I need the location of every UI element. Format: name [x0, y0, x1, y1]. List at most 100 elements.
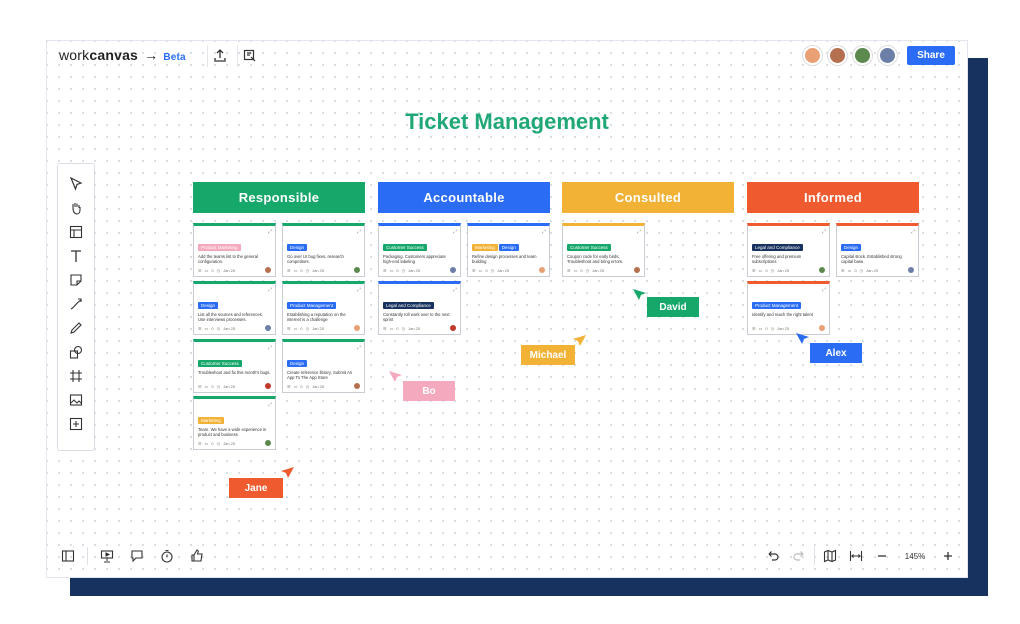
- expand-icon[interactable]: ⤢: [822, 287, 826, 293]
- add-tool[interactable]: [66, 414, 86, 433]
- image-tool[interactable]: [66, 390, 86, 409]
- card-meta: ☰ ▭ 0 ◷ Jan 25: [198, 384, 235, 389]
- expand-icon[interactable]: ⤢: [357, 345, 361, 351]
- task-card[interactable]: ⤢ Customer Success Packaging. Customers …: [378, 223, 461, 277]
- logo: workcanvas → Beta: [59, 47, 186, 63]
- zoom-out-button[interactable]: [871, 545, 893, 567]
- task-card[interactable]: ⤢ Product Management Identify and reach …: [747, 281, 830, 335]
- text-tool[interactable]: [66, 246, 86, 265]
- cursor-name: David: [659, 301, 687, 313]
- assignee-avatar[interactable]: [634, 267, 640, 273]
- comment-count: 0: [396, 326, 399, 331]
- expand-icon[interactable]: ⤢: [268, 287, 272, 293]
- expand-icon[interactable]: ⤢: [357, 287, 361, 293]
- card-meta: ☰ ▭ 0 ◷ Jan 25: [567, 268, 604, 273]
- card-text: Capital stock. Established strong capita…: [841, 254, 902, 264]
- expand-icon[interactable]: ⤢: [637, 229, 641, 235]
- avatar[interactable]: [803, 46, 822, 65]
- expand-icon[interactable]: ⤢: [822, 229, 826, 235]
- card-tags: Marketing: [198, 409, 271, 427]
- timer-button[interactable]: [156, 545, 178, 567]
- top-bar: workcanvas → Beta Share: [47, 41, 967, 71]
- avatar[interactable]: [828, 46, 847, 65]
- pen-tool[interactable]: [66, 318, 86, 337]
- expand-icon[interactable]: ⤢: [268, 229, 272, 235]
- comment-icon: [131, 550, 143, 563]
- date-icon: ◷: [216, 326, 221, 331]
- expand-icon[interactable]: ⤢: [911, 229, 915, 235]
- card-text: Refine design processes and team buildin…: [472, 254, 537, 264]
- assignee-avatar[interactable]: [539, 267, 545, 273]
- assignee-avatar[interactable]: [450, 325, 456, 331]
- zoom-in-button[interactable]: [937, 545, 959, 567]
- expand-icon[interactable]: ⤢: [453, 287, 457, 293]
- frame-tool[interactable]: [66, 366, 86, 385]
- toggle-sidebar-button[interactable]: [57, 545, 79, 567]
- card-tags: Product Management: [752, 294, 825, 312]
- task-card[interactable]: ⤢ Marketing Team. We have a wide experie…: [193, 396, 276, 450]
- card-meta: ☰ ▭ 0 ◷ Jan 25: [287, 326, 324, 331]
- assignee-avatar[interactable]: [450, 267, 456, 273]
- share-button[interactable]: Share: [907, 46, 955, 65]
- reactions-button[interactable]: [186, 545, 208, 567]
- present-button[interactable]: [96, 545, 118, 567]
- connector-tool[interactable]: [66, 294, 86, 313]
- expand-icon[interactable]: ⤢: [268, 345, 272, 351]
- assignee-avatar[interactable]: [354, 383, 360, 389]
- task-card[interactable]: ⤢ Design Go over UI bug fixes, research …: [282, 223, 365, 277]
- avatar[interactable]: [878, 46, 897, 65]
- pencil-icon: [70, 321, 82, 334]
- zoom-level[interactable]: 145%: [897, 552, 933, 561]
- pan-tool[interactable]: [66, 198, 86, 217]
- task-card[interactable]: ⤢ Legal and Compliance Constantly roll w…: [378, 281, 461, 335]
- minus-icon: [878, 555, 886, 557]
- card-tag: Marketing: [198, 417, 224, 424]
- tools-panel: [57, 163, 95, 451]
- assignee-avatar[interactable]: [819, 325, 825, 331]
- fit-to-screen-button[interactable]: [845, 545, 867, 567]
- undo-button[interactable]: [762, 545, 784, 567]
- presentation-select-button[interactable]: [237, 45, 261, 67]
- task-card[interactable]: ⤢ Product Marketing Add the teams list t…: [193, 223, 276, 277]
- assignee-avatar[interactable]: [819, 267, 825, 273]
- expand-icon[interactable]: ⤢: [357, 229, 361, 235]
- card-tag: Design: [841, 244, 862, 251]
- sticky-note-tool[interactable]: [66, 270, 86, 289]
- assignee-avatar[interactable]: [265, 267, 271, 273]
- column-header-consulted: Consulted: [562, 182, 734, 213]
- card-date: Jan 25: [223, 441, 236, 446]
- shapes-tool[interactable]: [66, 342, 86, 361]
- avatar[interactable]: [853, 46, 872, 65]
- task-card[interactable]: ⤢ Customer Success Troubleshoot and fix …: [193, 339, 276, 393]
- subtask-icon: ☰: [752, 268, 756, 273]
- assignee-avatar[interactable]: [265, 440, 271, 446]
- template-tool[interactable]: [66, 222, 86, 241]
- redo-button[interactable]: [788, 545, 810, 567]
- card-tag: Design: [287, 360, 308, 367]
- task-card[interactable]: ⤢ Customer Success Coupon code for early…: [562, 223, 645, 277]
- export-button[interactable]: [207, 45, 231, 67]
- expand-icon[interactable]: ⤢: [268, 402, 272, 408]
- task-card[interactable]: ⤢ Product Management Establishing a repu…: [282, 281, 365, 335]
- expand-icon[interactable]: ⤢: [542, 229, 546, 235]
- task-card[interactable]: ⤢ Legal and Compliance Free offering and…: [747, 223, 830, 277]
- task-card[interactable]: ⤢ Design Create reference library. Submi…: [282, 339, 365, 393]
- assignee-avatar[interactable]: [354, 267, 360, 273]
- minimap-button[interactable]: [819, 545, 841, 567]
- assignee-avatar[interactable]: [354, 325, 360, 331]
- assignee-avatar[interactable]: [265, 325, 271, 331]
- task-card[interactable]: ⤢ Marketing Design Refine design processe…: [467, 223, 550, 277]
- assignee-avatar[interactable]: [265, 383, 271, 389]
- card-tag: Customer Success: [198, 360, 242, 367]
- card-date: Jan 25: [866, 268, 879, 273]
- comment-count-icon: ▭: [293, 326, 298, 331]
- task-card[interactable]: ⤢ Design Capital stock. Established stro…: [836, 223, 919, 277]
- card-tags: Design: [198, 294, 271, 312]
- divider: [814, 547, 815, 565]
- card-text: Free offering and premium subscriptions: [752, 254, 802, 264]
- task-card[interactable]: ⤢ Design List all the sources and refere…: [193, 281, 276, 335]
- expand-icon[interactable]: ⤢: [453, 229, 457, 235]
- assignee-avatar[interactable]: [908, 267, 914, 273]
- select-tool[interactable]: [66, 174, 86, 193]
- comments-button[interactable]: [126, 545, 148, 567]
